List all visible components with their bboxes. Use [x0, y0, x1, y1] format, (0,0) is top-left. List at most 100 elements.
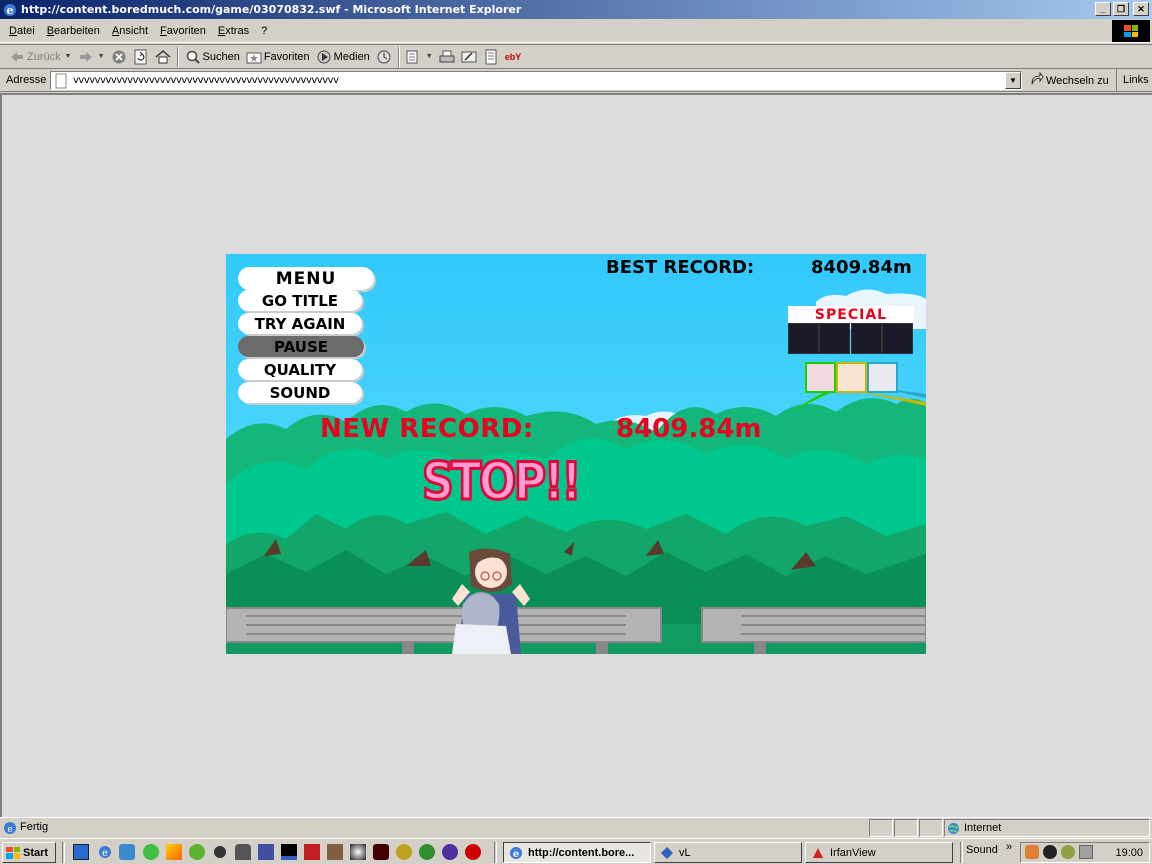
pause-button[interactable]: PAUSE [238, 336, 364, 357]
windows-logo [1112, 20, 1150, 42]
menu-datei[interactable]: Datei [3, 25, 41, 37]
print-button[interactable] [436, 46, 458, 68]
quicklaunch-app-icon[interactable] [281, 844, 297, 860]
quicklaunch-network-icon[interactable] [119, 844, 135, 860]
menu-extras[interactable]: Extras [212, 25, 255, 37]
status-pane [869, 819, 893, 837]
media-label: Medien [333, 50, 370, 63]
quicklaunch-app-icon[interactable] [189, 844, 205, 860]
page-done-icon: e [4, 822, 16, 835]
internet-explorer-icon: e [4, 3, 16, 17]
go-arrow-icon [1030, 71, 1044, 89]
maximize-button[interactable]: ❐ [1113, 2, 1129, 16]
address-label: Adresse [6, 74, 47, 86]
mail-dropdown-icon[interactable]: ▼ [426, 53, 433, 60]
quicklaunch-app-icon[interactable] [327, 844, 343, 860]
status-bar: e Fertig Internet [0, 817, 1152, 838]
toolbar-separator [397, 46, 400, 67]
quicklaunch-app-icon[interactable] [304, 844, 320, 860]
favorites-label: Favoriten [263, 50, 310, 63]
best-record-label: BEST RECORD: [606, 257, 755, 278]
try-again-button[interactable]: TRY AGAIN [238, 313, 362, 334]
menu-favoriten[interactable]: Favoriten [154, 25, 212, 37]
task-internet-explorer[interactable]: e http://content.bore... [503, 842, 651, 863]
go-button[interactable]: Wechseln zu [1030, 71, 1109, 89]
toolbar-chevron-icon[interactable]: » [1006, 841, 1012, 853]
quicklaunch-app-icon[interactable] [465, 844, 481, 860]
search-button[interactable]: Suchen [182, 46, 243, 68]
status-pane [894, 819, 918, 837]
status-pane [919, 819, 943, 837]
document-icon [483, 49, 499, 65]
forward-dropdown-icon[interactable]: ▼ [98, 53, 105, 60]
go-label: Wechseln zu [1046, 74, 1109, 87]
task-label: vL [679, 846, 691, 859]
irfanview-icon [813, 847, 823, 858]
quicklaunch-media-icon[interactable] [212, 844, 228, 860]
menu-help[interactable]: ? [255, 25, 273, 37]
close-button[interactable]: ✕ [1133, 2, 1149, 16]
special-panel: SPECIAL [788, 306, 914, 354]
tray-volume-icon[interactable] [1079, 845, 1093, 859]
character-face-slot [805, 362, 836, 393]
back-button[interactable]: Zurück ▼ [6, 46, 75, 68]
clock[interactable]: 19:00 [1115, 847, 1143, 859]
refresh-icon [133, 49, 149, 65]
task-irfanview[interactable]: IrfanView [805, 842, 953, 863]
quicklaunch-app-icon[interactable] [419, 844, 435, 860]
forward-arrow-icon [78, 49, 94, 65]
quicklaunch-app-icon[interactable] [442, 844, 458, 860]
ebay-button[interactable]: ebY [502, 46, 525, 68]
media-button[interactable]: Medien [313, 46, 373, 68]
sound-button[interactable]: SOUND [238, 382, 362, 403]
minimize-button[interactable]: _ [1095, 2, 1111, 16]
svg-text:e: e [513, 849, 519, 860]
toolbar-separator [176, 46, 179, 67]
address-input[interactable]: vvvvvvvvvvvvvvvvvvvvvvvvvvvvvvvvvvvvvvvv… [50, 71, 1022, 90]
search-label: Suchen [202, 50, 240, 63]
globe-icon [948, 823, 959, 834]
edit-button[interactable] [458, 46, 480, 68]
quicklaunch-app-icon[interactable] [350, 844, 366, 860]
start-button[interactable]: Start [2, 842, 56, 863]
menu-bearbeiten[interactable]: Bearbeiten [41, 25, 106, 37]
task-label: IrfanView [830, 846, 876, 859]
search-icon [185, 49, 201, 65]
refresh-button[interactable] [130, 46, 152, 68]
start-label: Start [23, 846, 49, 859]
quicklaunch-desktop-icon[interactable] [73, 844, 89, 860]
tray-app-icon[interactable] [1025, 845, 1039, 859]
quality-button[interactable]: QUALITY [238, 359, 362, 380]
stop-button[interactable] [108, 46, 130, 68]
sound-toolbar-label[interactable]: Sound [966, 844, 998, 856]
task-vl[interactable]: vL [654, 842, 802, 863]
flash-game[interactable]: MENU GO TITLE TRY AGAIN PAUSE QUALITY SO… [226, 254, 926, 654]
taskbar-separator [62, 842, 65, 863]
windows-start-icon [6, 846, 20, 859]
links-button[interactable]: Links [1116, 69, 1149, 91]
go-title-button[interactable]: GO TITLE [238, 290, 362, 311]
special-slot [882, 323, 913, 354]
mail-button[interactable]: ▼ [403, 46, 436, 68]
stop-icon [111, 49, 127, 65]
forward-button[interactable]: ▼ [75, 46, 108, 68]
quicklaunch-app-icon[interactable] [396, 844, 412, 860]
favorites-button[interactable]: Favoriten [243, 46, 313, 68]
address-dropdown-button[interactable]: ▼ [1005, 72, 1021, 89]
quicklaunch-app-icon[interactable] [235, 844, 251, 860]
quicklaunch-ie-icon[interactable]: e [97, 844, 113, 860]
menu-bar: Datei Bearbeiten Ansicht Favoriten Extra… [0, 19, 1152, 43]
discuss-button[interactable] [480, 46, 502, 68]
quicklaunch-app-icon[interactable] [166, 844, 182, 860]
toolbar: Zurück ▼ ▼ Suchen Favoriten Medien ▼ ebY [0, 44, 1152, 69]
quicklaunch-winamp-icon[interactable] [143, 844, 159, 860]
history-button[interactable] [373, 46, 395, 68]
home-button[interactable] [152, 46, 174, 68]
tray-app-icon[interactable] [1061, 845, 1075, 859]
back-dropdown-icon[interactable]: ▼ [65, 53, 72, 60]
menu-ansicht[interactable]: Ansicht [106, 25, 154, 37]
quicklaunch-app-icon[interactable] [373, 844, 389, 860]
tray-steam-icon[interactable] [1043, 845, 1057, 859]
links-label: Links [1123, 74, 1149, 86]
quicklaunch-app-icon[interactable] [258, 844, 274, 860]
